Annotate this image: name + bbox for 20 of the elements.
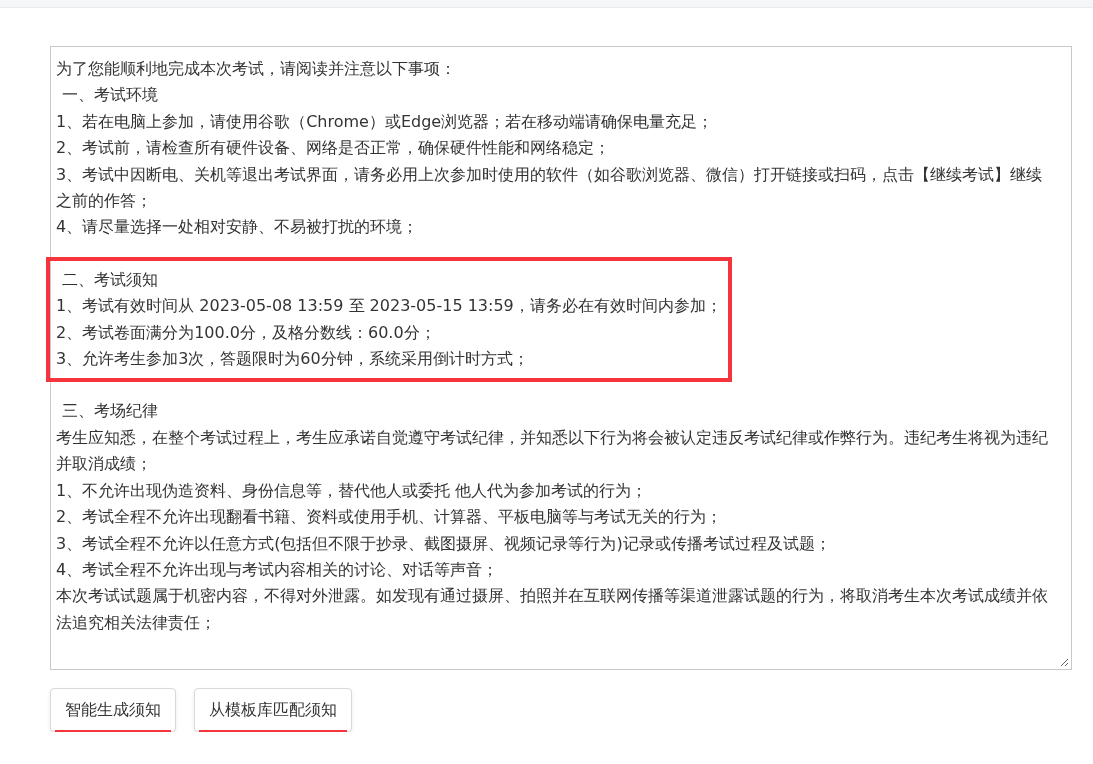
notice-line: 4、考试全程不允许出现与考试内容相关的讨论、对话等声音； xyxy=(56,558,500,581)
section-heading: 三、考场纪律 xyxy=(61,400,159,423)
notice-line: 本次考试试题属于机密内容，不得对外泄露。如发现有通过摄屏、拍照并在互联网传播等渠道泄露试题的行为，将取消考生本次考试成绩并依法追究相关法律责任； xyxy=(56,585,1049,634)
generate-button[interactable]: 智能生成须知 xyxy=(50,688,176,732)
resize-grip-icon[interactable] xyxy=(1059,657,1069,667)
notice-line: 1、不允许出现伪造资料、身份信息等，替代他人或委托 他人代为参加考试的行为； xyxy=(56,479,649,502)
notice-line: 2、考试卷面满分为100.0分，及格分数线：60.0分； xyxy=(56,321,437,344)
notice-line: 3、允许考生参加3次，答题限时为60分钟，系统采用倒计时方式； xyxy=(56,348,530,371)
notice-line: 3、考试中因断电、关机等退出考试界面，请务必用上次参加时使用的软件（如谷歌浏览器、微信）打开链接或扫码，点击【继续考试】继续之前的作答； xyxy=(56,163,1044,213)
generate-button[interactable]: 从模板库匹配须知 xyxy=(194,688,352,732)
notice-line: 2、考试前，请检查所有硬件设备、网络是否正常，确保硬件性能和网络稳定； xyxy=(56,137,612,160)
notice-line: 考生应知悉，在整个考试过程上，考生应承诺自觉遵守考试纪律，并知悉以下行为将会被认定违反考试纪律或作弊行为。违纪考生将视为违纪并取消成绩； xyxy=(56,426,1049,476)
section-heading: 一、考试环境 xyxy=(61,84,159,107)
notice-line: 1、考试有效时间从 2023-05-08 13:59 至 2023-05-15 13:59，请务必在有效时间内参加； xyxy=(56,295,722,318)
notice-line: 3、考试全程不允许以任意方式(包括但不限于抄录、截图摄屏、视频记录等行为)记录或传播考试过程及试题； xyxy=(56,532,832,555)
notice-line: 1、若在电脑上参加，请使用谷歌（Chrome）或Edge浏览器；若在移动端请确保电量充足； xyxy=(56,110,715,133)
notice-line: 为了您能顺利地完成本次考试，请阅读并注意以下事项： xyxy=(56,58,457,80)
notice-line: 4、请尽量选择一处相对安静、不易被打扰的环境； xyxy=(56,216,420,239)
notice-line: 2、考试全程不允许出现翻看书籍、资料或使用手机、计算器、平板电脑等与考试无关的行为； xyxy=(56,506,724,529)
section-heading: 二、考试须知 xyxy=(61,268,159,291)
